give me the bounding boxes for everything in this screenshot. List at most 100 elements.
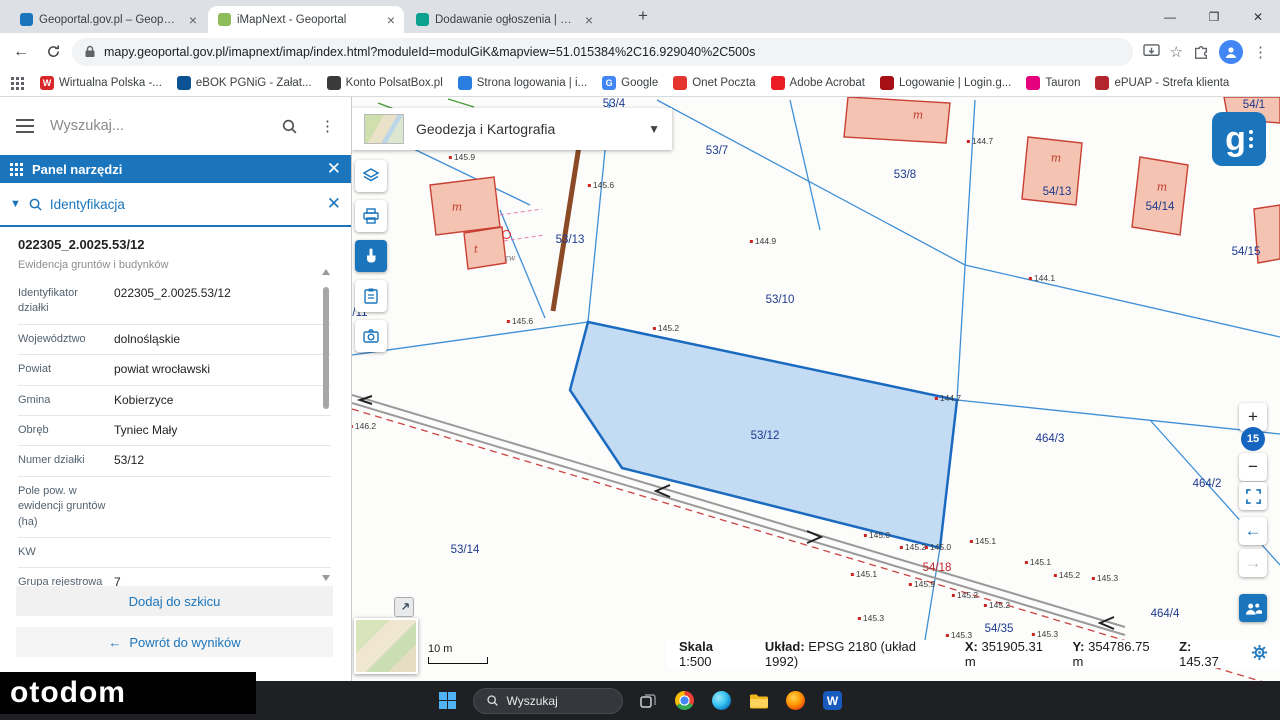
word-taskbar-icon[interactable]: W — [821, 689, 845, 713]
tab-close-icon[interactable]: × — [186, 12, 200, 28]
bookmark-label: Logowanie | Login.g... — [898, 77, 1012, 89]
geoportal-g: g — [1225, 120, 1246, 158]
settings-gear-icon[interactable] — [1251, 644, 1268, 664]
scroll-down-icon[interactable] — [322, 575, 330, 581]
back-to-results-button[interactable]: ← Powrót do wyników — [16, 627, 333, 657]
row-label: Gmina — [18, 393, 51, 406]
chevron-down-icon[interactable]: ▼ — [648, 122, 660, 136]
next-view-button[interactable]: → — [1239, 549, 1267, 577]
profile-avatar[interactable] — [1219, 39, 1243, 64]
bookmark-favicon: W — [40, 76, 54, 90]
tab-close-icon[interactable]: × — [582, 12, 596, 28]
tool-close-icon[interactable]: ✕ — [327, 194, 341, 214]
edge-taskbar-icon[interactable] — [710, 689, 734, 713]
overview-map[interactable] — [354, 618, 418, 674]
row-value: Tyniec Mały — [114, 422, 178, 437]
row-label: KW — [18, 545, 36, 558]
bookmark-item[interactable]: W Wirtualna Polska -... — [40, 76, 162, 90]
map-annotation: m — [1050, 151, 1062, 165]
bookmark-item[interactable]: eBOK PGNiG - Załat... — [176, 76, 312, 90]
share-users-button[interactable] — [1239, 594, 1267, 622]
bookmarks-bar: W Wirtualna Polska -... eBOK PGNiG - Załat… — [0, 70, 1280, 97]
screenshot-button[interactable] — [355, 320, 387, 352]
map-canvas[interactable]: 53/4 53/7 53/8 54/1 54/13 54/14 54/15 53/13 53/1… — [352, 97, 1280, 681]
scroll-up-icon[interactable] — [322, 269, 330, 275]
reload-icon[interactable] — [40, 39, 66, 65]
camera-icon — [363, 329, 379, 343]
bookmark-item[interactable]: Onet Poczta — [673, 76, 756, 90]
apps-grid-icon[interactable] — [10, 76, 25, 91]
install-icon[interactable] — [1142, 44, 1160, 59]
bookmark-label: Strona logowania | i... — [476, 77, 588, 89]
menu-icon[interactable] — [16, 119, 34, 133]
taskbar-search[interactable]: Wyszukaj — [472, 687, 623, 714]
close-button[interactable]: ✕ — [1236, 0, 1280, 33]
previous-view-button[interactable]: ← — [1239, 517, 1267, 545]
identify-button[interactable] — [355, 240, 387, 272]
imapnext-app: Wyszukaj... ⋮ Panel narzędzi ✕ ▼ Identyf… — [0, 97, 1280, 681]
misc-labels: m t zw m m m — [352, 97, 1280, 681]
tools-panel: Wyszukaj... ⋮ Panel narzędzi ✕ ▼ Identyf… — [0, 97, 352, 681]
browser-menu-icon[interactable]: ⋮ — [1253, 43, 1268, 61]
start-button[interactable] — [436, 689, 460, 713]
chevron-down-icon[interactable]: ▼ — [10, 198, 21, 210]
print-button[interactable] — [355, 200, 387, 232]
firefox-taskbar-icon[interactable] — [784, 689, 808, 713]
logo-dots-icon — [1248, 130, 1253, 148]
basemap-selector[interactable]: Geodezja i Kartografia ▼ — [352, 108, 672, 150]
add-to-sketch-button[interactable]: Dodaj do szkicu — [16, 586, 333, 616]
bookmark-star-icon[interactable]: ☆ — [1170, 43, 1183, 61]
bookmark-item[interactable]: Strona logowania | i... — [457, 76, 588, 90]
bookmark-item[interactable]: ePUAP - Strefa klienta — [1095, 76, 1229, 90]
map-statusbar: Skala 1:500 Układ: EPSG 2180 (układ 1992)… — [667, 639, 1280, 669]
bookmark-favicon — [176, 76, 191, 90]
task-view-button[interactable] — [636, 689, 660, 713]
maximize-button[interactable]: ❐ — [1192, 0, 1236, 33]
identify-search-icon — [29, 198, 42, 211]
bookmark-item[interactable]: G Google — [602, 76, 658, 90]
status-item: Z: 145.37 — [1179, 639, 1219, 669]
panel-menu-icon[interactable]: ⋮ — [314, 117, 335, 135]
map-annotation: m — [1156, 180, 1168, 194]
scrollbar-thumb[interactable] — [323, 287, 329, 409]
row-value — [114, 484, 331, 530]
new-tab-button[interactable]: + — [630, 3, 656, 29]
status-key: X: — [964, 639, 978, 654]
address-bar[interactable]: mapy.geoportal.gov.pl/imapnext/imap/inde… — [72, 37, 1133, 66]
overview-expand-icon[interactable] — [394, 597, 414, 617]
statusbar-items: Skala 1:500 Układ: EPSG 2180 (układ 1992)… — [679, 639, 1233, 669]
search-icon[interactable] — [281, 118, 298, 135]
report-button[interactable] — [355, 280, 387, 312]
browser-tab[interactable]: Dodawanie ogłoszenia | Otod... × — [406, 6, 602, 33]
extensions-icon[interactable] — [1193, 44, 1209, 60]
bookmark-item[interactable]: Konto PolsatBox.pl — [326, 76, 443, 90]
row-label: Identyfikator działki — [18, 287, 78, 315]
geoportal-logo[interactable]: g — [1212, 112, 1266, 166]
tab-close-icon[interactable]: × — [384, 12, 398, 28]
file-explorer-icon[interactable] — [747, 689, 771, 713]
bookmark-label: eBOK PGNiG - Załat... — [195, 77, 312, 89]
zoom-out-button[interactable]: − — [1239, 453, 1267, 481]
bookmark-favicon — [1026, 76, 1041, 90]
fullscreen-button[interactable] — [1239, 482, 1267, 510]
table-row: Identyfikator działki 022305_2.0025.53/12 — [18, 279, 331, 325]
layers-button[interactable] — [355, 160, 387, 192]
panel-close-icon[interactable]: ✕ — [327, 159, 341, 179]
bookmark-favicon — [770, 76, 785, 90]
panel-scrollbar[interactable] — [321, 269, 331, 581]
window-controls: — ❐ ✕ — [1148, 0, 1280, 33]
layers-icon — [362, 168, 380, 182]
bookmark-item[interactable]: Adobe Acrobat — [770, 76, 865, 90]
minimize-button[interactable]: — — [1148, 0, 1192, 33]
browser-tab[interactable]: iMapNext - Geoportal × — [208, 6, 404, 33]
bookmark-item[interactable]: Tauron — [1026, 76, 1080, 90]
back-icon[interactable]: ← — [8, 39, 34, 65]
browser-tab[interactable]: Geoportal.gov.pl – Geoportal In... × — [10, 6, 206, 33]
row-label: Obręb — [18, 423, 49, 436]
result-header: 022305_2.0025.53/12 Ewidencja gruntów i … — [0, 227, 351, 271]
otodom-watermark: otodom — [0, 672, 256, 714]
person-icon — [1225, 46, 1237, 58]
bookmark-item[interactable]: Logowanie | Login.g... — [879, 76, 1012, 90]
chrome-taskbar-icon[interactable] — [673, 689, 697, 713]
search-input[interactable]: Wyszukaj... — [50, 118, 265, 134]
